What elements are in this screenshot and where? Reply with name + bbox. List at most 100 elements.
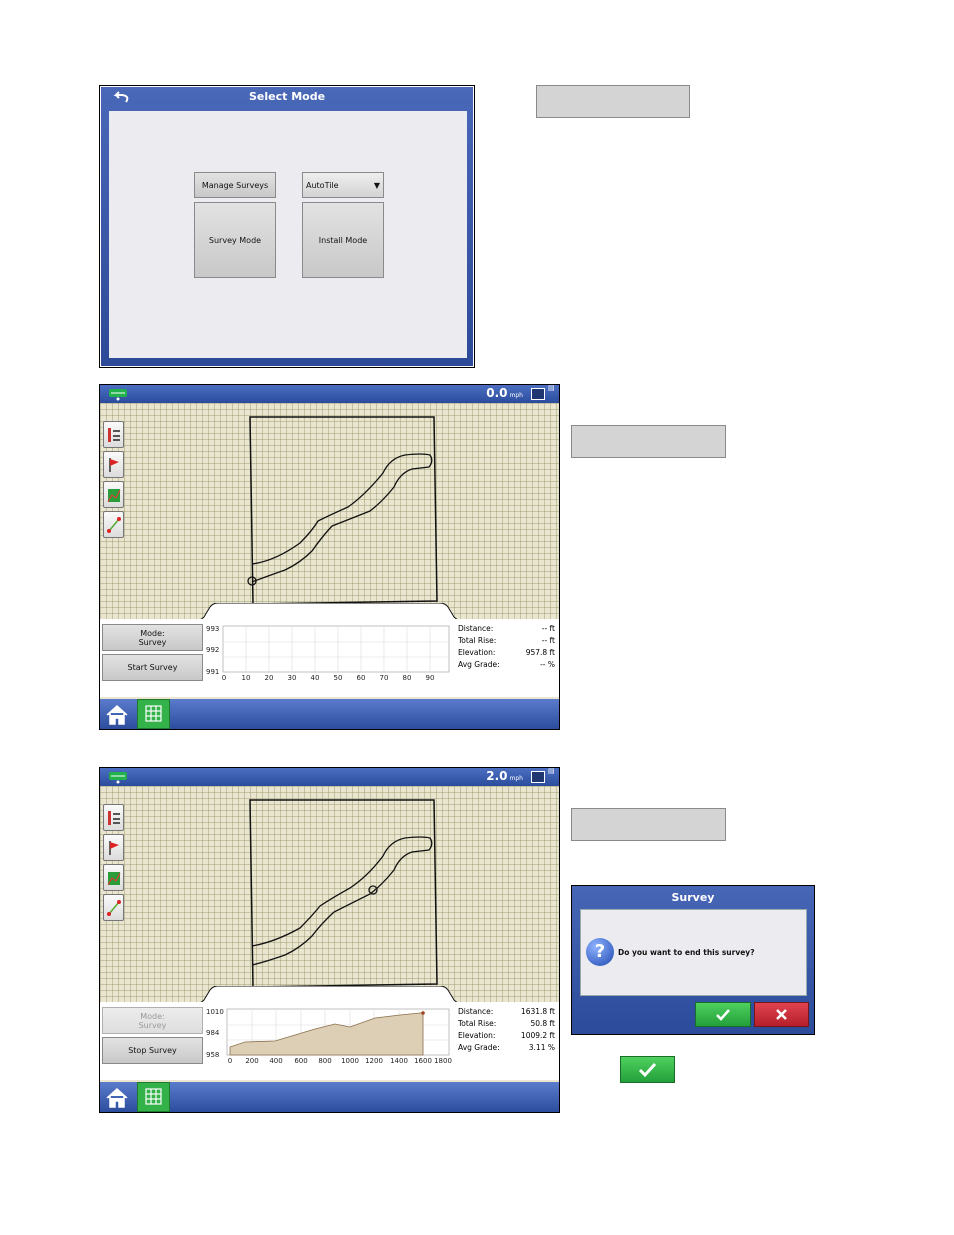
y-tick: 992 bbox=[206, 646, 219, 654]
window-title: Select Mode bbox=[248, 90, 326, 103]
x-tick: 90 bbox=[426, 674, 435, 682]
field-boundary bbox=[247, 416, 438, 605]
mode-button: Mode: Survey bbox=[102, 1007, 203, 1034]
survey-stats: Distance: 1631.8 ft Total Rise: 50.8 ft El… bbox=[455, 1006, 558, 1066]
x-tick: 800 bbox=[318, 1057, 331, 1065]
x-tick: 1000 bbox=[341, 1057, 359, 1065]
stat-row: Avg Grade: 3.11 % bbox=[458, 1043, 555, 1052]
menu-icon[interactable]: ▤ bbox=[548, 385, 557, 400]
grid-icon bbox=[145, 705, 162, 722]
y-tick: 993 bbox=[206, 625, 219, 633]
x-tick: 50 bbox=[334, 674, 343, 682]
home-icon[interactable] bbox=[104, 1086, 130, 1110]
manage-surveys-button[interactable]: Manage Surveys bbox=[194, 172, 276, 198]
survey-panel: Mode: Survey Stop Survey 1010 984 958 0 2… bbox=[100, 1002, 559, 1080]
x-tick: 200 bbox=[245, 1057, 258, 1065]
mode-value: Survey bbox=[138, 1020, 167, 1030]
y-tick: 958 bbox=[206, 1051, 219, 1059]
home-icon[interactable] bbox=[104, 703, 130, 727]
layers-tool-icon[interactable] bbox=[103, 421, 124, 448]
confirm-button[interactable] bbox=[695, 1002, 751, 1027]
map-grid-button[interactable] bbox=[137, 1082, 170, 1112]
y-tick: 991 bbox=[206, 668, 219, 676]
x-tick: 1600 bbox=[414, 1057, 432, 1065]
map-grid-button[interactable] bbox=[137, 699, 170, 729]
line-tool-icon[interactable] bbox=[103, 511, 124, 538]
display-toggle-icon[interactable] bbox=[531, 388, 545, 400]
flag-tool-icon[interactable] bbox=[103, 834, 124, 861]
x-tick: 1200 bbox=[365, 1057, 383, 1065]
mode-dropdown[interactable]: AutoTile ▼ bbox=[302, 172, 384, 198]
select-mode-frame: Select Mode Manage Surveys AutoTile ▼ Su… bbox=[101, 87, 473, 366]
status-bar: 2.0 mph ▤ bbox=[100, 768, 559, 786]
stat-row: Elevation: 957.8 ft bbox=[458, 648, 555, 657]
speed-readout: 0.0 mph bbox=[486, 386, 523, 400]
checkmark-icon bbox=[716, 1009, 730, 1021]
gps-status-icon[interactable] bbox=[106, 770, 132, 784]
start-survey-button[interactable]: Start Survey bbox=[102, 654, 203, 681]
close-icon bbox=[776, 1009, 787, 1020]
select-mode-window: Select Mode Manage Surveys AutoTile ▼ Su… bbox=[99, 85, 475, 368]
line-tool-icon[interactable] bbox=[103, 894, 124, 921]
checkmark-icon bbox=[638, 1062, 657, 1078]
survey-stats: Distance: -- ft Total Rise: -- ft Elevatio… bbox=[455, 623, 558, 683]
stat-row: Elevation: 1009.2 ft bbox=[458, 1031, 555, 1040]
confirm-button-reference bbox=[620, 1056, 675, 1083]
layers-tool-icon[interactable] bbox=[103, 804, 124, 831]
dialog-body: ? Do you want to end this survey? bbox=[580, 909, 807, 996]
map-view[interactable] bbox=[100, 786, 559, 1006]
current-point-marker bbox=[421, 1011, 425, 1015]
install-mode-button[interactable]: Install Mode bbox=[302, 202, 384, 278]
x-tick: 600 bbox=[294, 1057, 307, 1065]
stat-row: Distance: -- ft bbox=[458, 624, 555, 633]
x-tick: 20 bbox=[265, 674, 274, 682]
callout-box-1 bbox=[536, 85, 690, 118]
mode-value: Survey bbox=[138, 637, 167, 647]
dropdown-arrow-icon: ▼ bbox=[373, 180, 380, 190]
cancel-button[interactable] bbox=[754, 1002, 809, 1027]
mode-label: Mode: bbox=[140, 1011, 165, 1021]
map-view[interactable] bbox=[100, 403, 559, 623]
x-tick: 70 bbox=[380, 674, 389, 682]
callout-box-3 bbox=[571, 808, 726, 841]
x-tick: 1800 bbox=[434, 1057, 452, 1065]
gps-status-icon[interactable] bbox=[106, 387, 132, 401]
menu-icon[interactable]: ▤ bbox=[548, 768, 557, 783]
speed-readout: 2.0 mph bbox=[486, 769, 523, 783]
elevation-chart: 993 992 991 0 10 20 30 40 50 60 70 80 90 bbox=[206, 625, 450, 682]
taskbar bbox=[100, 1082, 559, 1112]
field-boundary bbox=[249, 799, 438, 988]
dialog-title: Survey bbox=[671, 891, 715, 904]
x-tick: 0 bbox=[222, 674, 226, 682]
survey-panel: Mode: Survey Start Survey 993 992 991 0 1… bbox=[100, 619, 559, 697]
y-tick: 984 bbox=[206, 1029, 220, 1037]
x-tick: 80 bbox=[403, 674, 412, 682]
stat-row: Total Rise: 50.8 ft bbox=[458, 1019, 555, 1028]
status-bar: 0.0 mph ▤ bbox=[100, 385, 559, 403]
select-mode-body: Manage Surveys AutoTile ▼ Survey Mode In… bbox=[109, 111, 467, 358]
x-tick: 400 bbox=[269, 1057, 282, 1065]
elevation-tool-icon[interactable] bbox=[103, 864, 124, 891]
x-tick: 0 bbox=[228, 1057, 232, 1065]
x-tick: 10 bbox=[242, 674, 251, 682]
survey-mode-button[interactable]: Survey Mode bbox=[194, 202, 276, 278]
x-tick: 30 bbox=[288, 674, 297, 682]
y-tick: 1010 bbox=[206, 1008, 224, 1016]
stop-survey-button[interactable]: Stop Survey bbox=[102, 1037, 203, 1064]
stat-row: Avg Grade: -- % bbox=[458, 660, 555, 669]
mode-button[interactable]: Mode: Survey bbox=[102, 624, 203, 651]
survey-map-screen-start: 0.0 mph ▤ Mode: Survey Start Survey 993 … bbox=[99, 384, 560, 730]
grid-icon bbox=[145, 1088, 162, 1105]
dialog-message: Do you want to end this survey? bbox=[618, 948, 755, 957]
flag-tool-icon[interactable] bbox=[103, 451, 124, 478]
elevation-tool-icon[interactable] bbox=[103, 481, 124, 508]
x-tick: 60 bbox=[357, 674, 366, 682]
stat-row: Distance: 1631.8 ft bbox=[458, 1007, 555, 1016]
display-toggle-icon[interactable] bbox=[531, 771, 545, 783]
survey-map-screen-active: 2.0 mph ▤ Mode: Survey Stop Survey 1010 … bbox=[99, 767, 560, 1113]
taskbar bbox=[100, 699, 559, 729]
mode-label: Mode: bbox=[140, 628, 165, 638]
dropdown-value: AutoTile bbox=[306, 180, 339, 190]
x-tick: 40 bbox=[311, 674, 320, 682]
end-survey-dialog: Survey ? Do you want to end this survey? bbox=[571, 885, 815, 1035]
